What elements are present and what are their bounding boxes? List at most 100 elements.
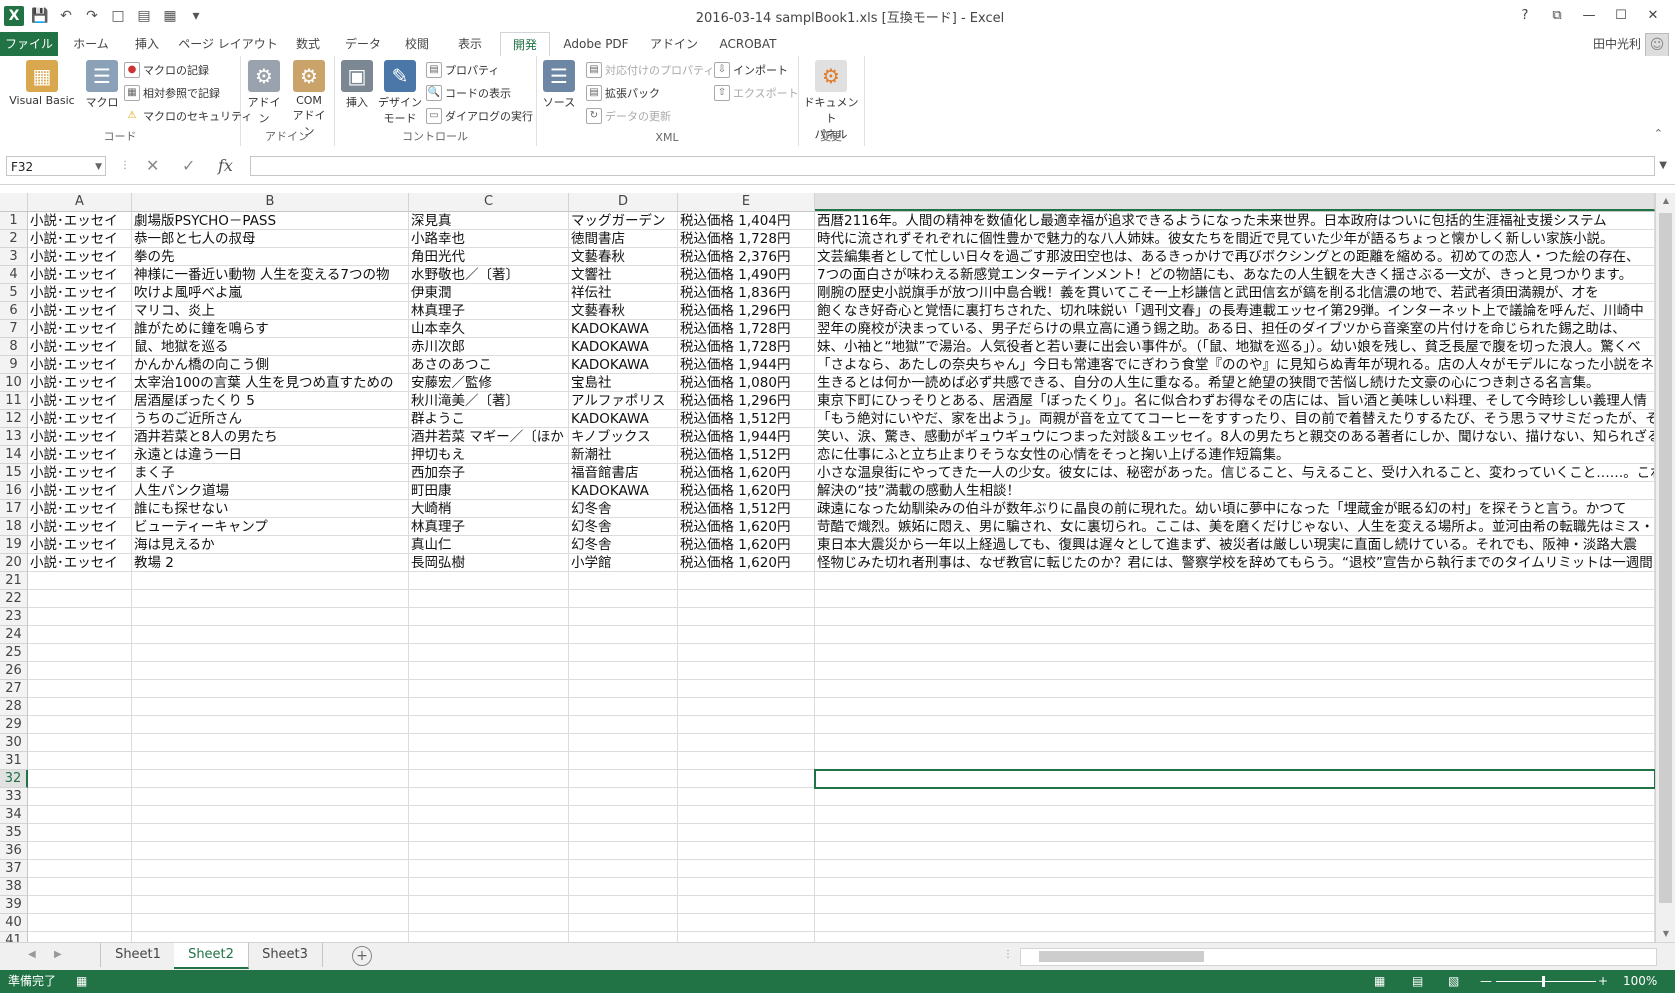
cell[interactable] [815, 608, 1655, 626]
cell[interactable]: 小説･エッセイ [28, 464, 132, 482]
new-file-icon[interactable]: □ [108, 6, 128, 26]
cell[interactable]: 永遠とは違う一日 [132, 446, 409, 464]
row-header[interactable]: 8 [0, 338, 28, 356]
cell[interactable] [815, 662, 1655, 680]
cell[interactable] [409, 896, 569, 914]
cell[interactable] [132, 734, 409, 752]
cell[interactable] [678, 734, 815, 752]
cell[interactable]: 税込価格 1,620円 [678, 554, 815, 572]
scroll-down-icon[interactable]: ▼ [1656, 926, 1675, 942]
cell[interactable]: 東日本大震災から一年以上経過しても、復興は遅々として進まず、被災者は厳しい現実に… [815, 536, 1655, 554]
cell[interactable] [678, 824, 815, 842]
cell[interactable]: 恭一郎と七人の叔母 [132, 230, 409, 248]
macro-security-button[interactable]: ⚠ マクロのセキュリティ [124, 108, 253, 124]
sheet-tab-sheet1[interactable]: Sheet1 [100, 943, 176, 967]
cell[interactable]: 税込価格 1,512円 [678, 500, 815, 518]
cell[interactable]: まく子 [132, 464, 409, 482]
cell[interactable] [409, 878, 569, 896]
previous-sheet-icon[interactable]: ◀ [28, 949, 36, 960]
cell[interactable]: 林真理子 [409, 302, 569, 320]
cell[interactable] [815, 680, 1655, 698]
cell[interactable]: 角田光代 [409, 248, 569, 266]
cell[interactable] [678, 932, 815, 942]
cell[interactable] [815, 590, 1655, 608]
cell[interactable]: うちのご近所さん [132, 410, 409, 428]
cell[interactable]: 押切もえ [409, 446, 569, 464]
tab-home[interactable]: ホーム [62, 32, 120, 56]
tab-insert[interactable]: 挿入 [122, 32, 172, 56]
cell[interactable]: 時代に流されずそれぞれに個性豊かで魅力的な八人姉妹。彼女たちを間近で見ていた少年… [815, 230, 1655, 248]
cell[interactable] [678, 590, 815, 608]
cell[interactable] [132, 932, 409, 942]
cell[interactable]: 小説･エッセイ [28, 554, 132, 572]
row-header[interactable]: 39 [0, 896, 28, 914]
insert-function-icon[interactable]: fx [218, 156, 233, 175]
cell[interactable]: 幻冬舎 [569, 518, 678, 536]
cell[interactable] [569, 752, 678, 770]
cell[interactable] [409, 824, 569, 842]
macro-button[interactable]: ☰ マクロ [82, 60, 122, 110]
cell[interactable]: 赤川次郎 [409, 338, 569, 356]
page-layout-view-icon[interactable]: ▤ [1412, 970, 1423, 993]
sheet-tab-sheet2[interactable]: Sheet2 [174, 943, 249, 969]
cell[interactable]: 町田康 [409, 482, 569, 500]
macro-record-status-icon[interactable]: ▦ [76, 970, 87, 993]
relative-reference-button[interactable]: ▦ 相対参照で記録 [124, 85, 220, 101]
cell[interactable]: ビューティーキャンプ [132, 518, 409, 536]
cell[interactable] [132, 590, 409, 608]
cell[interactable]: 海は見えるか [132, 536, 409, 554]
enter-icon[interactable]: ✓ [182, 156, 195, 175]
cell[interactable] [28, 572, 132, 590]
addin-button[interactable]: ⚙ アドイン [244, 60, 284, 126]
cell[interactable]: 西暦2116年。人間の精神を数値化し最適幸福が追求できるようになった未来世界。日… [815, 212, 1655, 230]
cell[interactable]: 深見真 [409, 212, 569, 230]
cell[interactable] [28, 824, 132, 842]
cell[interactable]: KADOKAWA [569, 338, 678, 356]
cell[interactable] [28, 860, 132, 878]
cell[interactable] [409, 572, 569, 590]
cell[interactable]: 文藝春秋 [569, 248, 678, 266]
cell[interactable] [28, 896, 132, 914]
cell[interactable]: 居酒屋ぼったくり 5 [132, 392, 409, 410]
cell[interactable]: 神様に一番近い動物 人生を変える7つの物 [132, 266, 409, 284]
cell[interactable] [815, 752, 1655, 770]
cell[interactable]: 小さな温泉街にやってきた一人の少女。彼女には、秘密があった。信じること、与えるこ… [815, 464, 1655, 482]
minimize-button[interactable]: — [1573, 4, 1605, 28]
view-code-button[interactable]: 🔍 コードの表示 [426, 85, 511, 101]
cell[interactable] [678, 752, 815, 770]
cell[interactable] [678, 716, 815, 734]
cell[interactable]: 税込価格 1,404円 [678, 212, 815, 230]
cell[interactable] [28, 590, 132, 608]
tab-page-layout[interactable]: ページ レイアウト [178, 32, 278, 56]
cell[interactable]: KADOKAWA [569, 356, 678, 374]
collapse-ribbon-icon[interactable]: ⌃ [1654, 127, 1663, 140]
cell[interactable]: 真山仁 [409, 536, 569, 554]
tab-developer[interactable]: 開発 [500, 32, 550, 58]
cell[interactable] [569, 806, 678, 824]
next-sheet-icon[interactable]: ▶ [54, 949, 62, 960]
row-header[interactable]: 29 [0, 716, 28, 734]
cell[interactable] [569, 788, 678, 806]
cell[interactable] [815, 878, 1655, 896]
row-header[interactable]: 5 [0, 284, 28, 302]
cell[interactable]: 酒井若菜 マギー／〔ほか [409, 428, 569, 446]
cell[interactable]: 吹けよ風呼べよ嵐 [132, 284, 409, 302]
cell[interactable] [569, 824, 678, 842]
undo-icon[interactable]: ↶ [56, 6, 76, 26]
cell[interactable] [132, 644, 409, 662]
cell[interactable] [409, 662, 569, 680]
user-name[interactable]: 田中光利 [1593, 32, 1641, 56]
properties-button[interactable]: ▤ プロパティ [426, 62, 499, 78]
cell[interactable]: マリコ、炎上 [132, 302, 409, 320]
row-header[interactable]: 7 [0, 320, 28, 338]
row-header[interactable]: 1 [0, 212, 28, 230]
cell[interactable] [28, 608, 132, 626]
cell[interactable]: 劇場版PSYCHO－PASS [132, 212, 409, 230]
cell[interactable] [28, 698, 132, 716]
cell[interactable]: 小説･エッセイ [28, 284, 132, 302]
cell[interactable]: 長岡弘樹 [409, 554, 569, 572]
cell[interactable]: 解決の“技”満載の感動人生相談！ [815, 482, 1655, 500]
cell[interactable] [132, 662, 409, 680]
cell[interactable]: 誰がために鐘を鳴らす [132, 320, 409, 338]
row-header[interactable]: 12 [0, 410, 28, 428]
